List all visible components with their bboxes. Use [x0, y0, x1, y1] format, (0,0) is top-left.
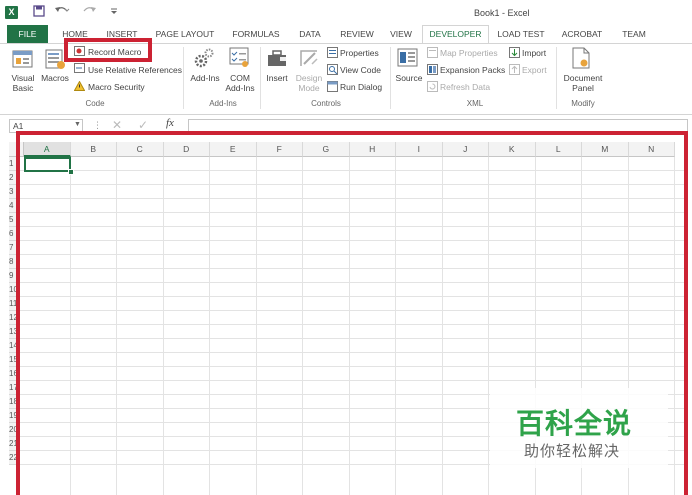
- redo-icon[interactable]: [81, 5, 97, 21]
- properties-button[interactable]: Properties: [340, 48, 379, 58]
- refresh-data-button[interactable]: Refresh Data: [440, 82, 490, 92]
- tab-page-layout[interactable]: PAGE LAYOUT: [152, 25, 218, 43]
- design-mode-button[interactable]: Design Mode: [294, 73, 324, 93]
- map-properties-button[interactable]: Map Properties: [440, 48, 498, 58]
- tab-team[interactable]: TEAM: [616, 25, 652, 43]
- design-mode-icon: [298, 47, 320, 71]
- tab-data[interactable]: DATA: [294, 25, 326, 43]
- record-macro-highlight: [64, 38, 152, 62]
- tab-view[interactable]: VIEW: [386, 25, 416, 43]
- export-button[interactable]: Export: [522, 65, 547, 75]
- expansion-packs-button[interactable]: Expansion Packs: [440, 65, 505, 75]
- add-ins-group-label: Add-Ins: [209, 99, 237, 108]
- xml-group-label: XML: [466, 99, 484, 108]
- run-dialog-button[interactable]: Run Dialog: [340, 82, 382, 92]
- group-separator: [556, 47, 557, 109]
- insert-function-icon[interactable]: fx: [166, 117, 174, 129]
- tab-review[interactable]: REVIEW: [338, 25, 376, 43]
- save-icon[interactable]: [33, 5, 45, 21]
- import-button[interactable]: Import: [522, 48, 546, 58]
- toolbox-icon: [266, 47, 290, 71]
- run-dialog-icon: [327, 81, 338, 94]
- relative-references-icon: [74, 63, 86, 76]
- com-add-ins-button[interactable]: COM Add-Ins: [222, 73, 258, 93]
- gear-icon: [193, 47, 215, 71]
- export-icon: [509, 64, 520, 77]
- map-properties-icon: [427, 47, 438, 60]
- watermark-subtitle: 助你轻松解决: [524, 442, 621, 460]
- excel-logo-icon: X: [5, 6, 18, 19]
- title-bar: [0, 0, 692, 26]
- group-separator: [260, 47, 261, 109]
- cancel-icon[interactable]: ✕: [112, 118, 122, 132]
- tab-acrobat[interactable]: ACROBAT: [558, 25, 606, 43]
- document-panel-icon: [571, 47, 591, 71]
- window-title: Book1 - Excel: [474, 8, 530, 18]
- code-group-label: Code: [85, 99, 105, 108]
- use-relative-references-button[interactable]: Use Relative References: [88, 65, 182, 75]
- view-code-icon: [327, 64, 338, 77]
- com-add-ins-icon: [228, 46, 250, 70]
- expansion-packs-icon: [427, 64, 438, 77]
- tab-load-test[interactable]: LOAD TEST: [494, 25, 548, 43]
- tab-file[interactable]: FILE: [7, 25, 48, 43]
- formula-bar-grip-icon: ⋮: [93, 120, 102, 130]
- tab-formulas[interactable]: FORMULAS: [228, 25, 284, 43]
- macros-icon: [44, 48, 66, 72]
- undo-icon[interactable]: [54, 5, 70, 21]
- watermark-title: 百科全说: [516, 407, 633, 440]
- tab-developer[interactable]: DEVELOPER: [422, 25, 489, 44]
- visual-basic-button[interactable]: Visual Basic: [6, 73, 40, 93]
- enter-icon[interactable]: ✓: [138, 118, 148, 132]
- add-ins-button[interactable]: Add-Ins: [186, 73, 224, 83]
- import-icon: [509, 47, 520, 60]
- xml-source-icon: [397, 47, 419, 71]
- view-code-button[interactable]: View Code: [340, 65, 381, 75]
- insert-controls-button[interactable]: Insert: [262, 73, 292, 83]
- warning-icon: [73, 80, 86, 93]
- name-box-dropdown-icon[interactable]: ▼: [74, 121, 81, 128]
- macro-security-button[interactable]: Macro Security: [88, 82, 145, 92]
- properties-icon: [327, 47, 338, 60]
- xml-source-button[interactable]: Source: [393, 73, 425, 83]
- group-separator: [390, 47, 391, 109]
- group-separator: [183, 47, 184, 109]
- document-panel-button[interactable]: Document Panel: [560, 73, 606, 93]
- modify-group-label: Modify: [571, 99, 595, 108]
- macros-button[interactable]: Macros: [40, 73, 70, 83]
- visual-basic-icon: [12, 48, 34, 72]
- refresh-data-icon: [427, 81, 438, 94]
- customize-qat-icon[interactable]: [110, 5, 118, 22]
- controls-group-label: Controls: [311, 99, 341, 108]
